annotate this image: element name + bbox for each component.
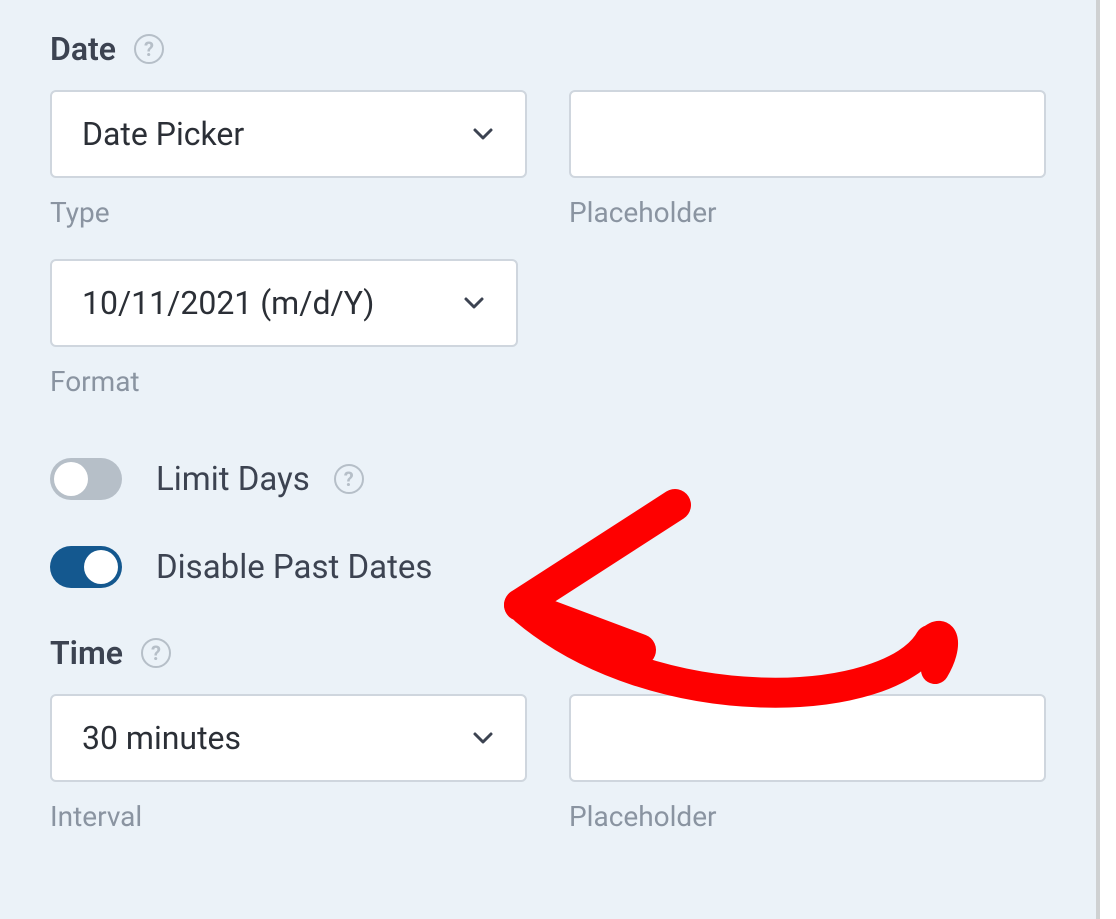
toggle-knob: [54, 462, 88, 496]
limit-days-label: Limit Days: [156, 460, 310, 499]
date-format-row: 10/11/2021 (m/d/Y) Format: [50, 259, 1046, 398]
date-toggles: Limit Days ? Disable Past Dates: [50, 458, 1046, 588]
chevron-down-icon: [471, 726, 495, 750]
time-heading: Time: [50, 634, 123, 672]
date-format-label: Format: [50, 365, 1046, 398]
time-interval-select[interactable]: 30 minutes: [50, 694, 527, 782]
time-interval-value: 30 minutes: [82, 719, 241, 757]
chevron-down-icon: [462, 291, 486, 315]
disable-past-dates-toggle[interactable]: [50, 546, 122, 588]
help-icon[interactable]: ?: [141, 638, 171, 668]
disable-past-dates-label: Disable Past Dates: [156, 548, 432, 587]
time-placeholder-input[interactable]: [569, 694, 1046, 782]
limit-days-toggle[interactable]: [50, 458, 122, 500]
date-type-select[interactable]: Date Picker: [50, 90, 527, 178]
help-icon[interactable]: ?: [334, 464, 364, 494]
date-row-1: Date Picker Type Placeholder: [50, 90, 1046, 229]
time-interval-label: Interval: [50, 800, 527, 833]
date-placeholder-label: Placeholder: [569, 196, 1046, 229]
date-type-value: Date Picker: [82, 115, 244, 153]
date-type-label: Type: [50, 196, 527, 229]
time-placeholder-col: Placeholder: [569, 694, 1046, 833]
time-interval-col: 30 minutes Interval: [50, 694, 527, 833]
date-placeholder-input[interactable]: [569, 90, 1046, 178]
time-section: Time ? 30 minutes Interval Placeholder: [50, 634, 1046, 833]
toggle-knob: [84, 550, 118, 584]
date-section-header: Date ?: [50, 30, 1046, 68]
date-type-col: Date Picker Type: [50, 90, 527, 229]
date-placeholder-col: Placeholder: [569, 90, 1046, 229]
settings-panel: Date ? Date Picker Type Placeholder 10/1…: [0, 0, 1100, 919]
date-heading: Date: [50, 30, 116, 68]
limit-days-row: Limit Days ?: [50, 458, 1046, 500]
time-placeholder-label: Placeholder: [569, 800, 1046, 833]
chevron-down-icon: [471, 122, 495, 146]
date-format-select[interactable]: 10/11/2021 (m/d/Y): [50, 259, 518, 347]
time-section-header: Time ?: [50, 634, 1046, 672]
time-row-1: 30 minutes Interval Placeholder: [50, 694, 1046, 833]
help-icon[interactable]: ?: [134, 34, 164, 64]
date-format-value: 10/11/2021 (m/d/Y): [82, 284, 374, 322]
disable-past-dates-row: Disable Past Dates: [50, 546, 1046, 588]
